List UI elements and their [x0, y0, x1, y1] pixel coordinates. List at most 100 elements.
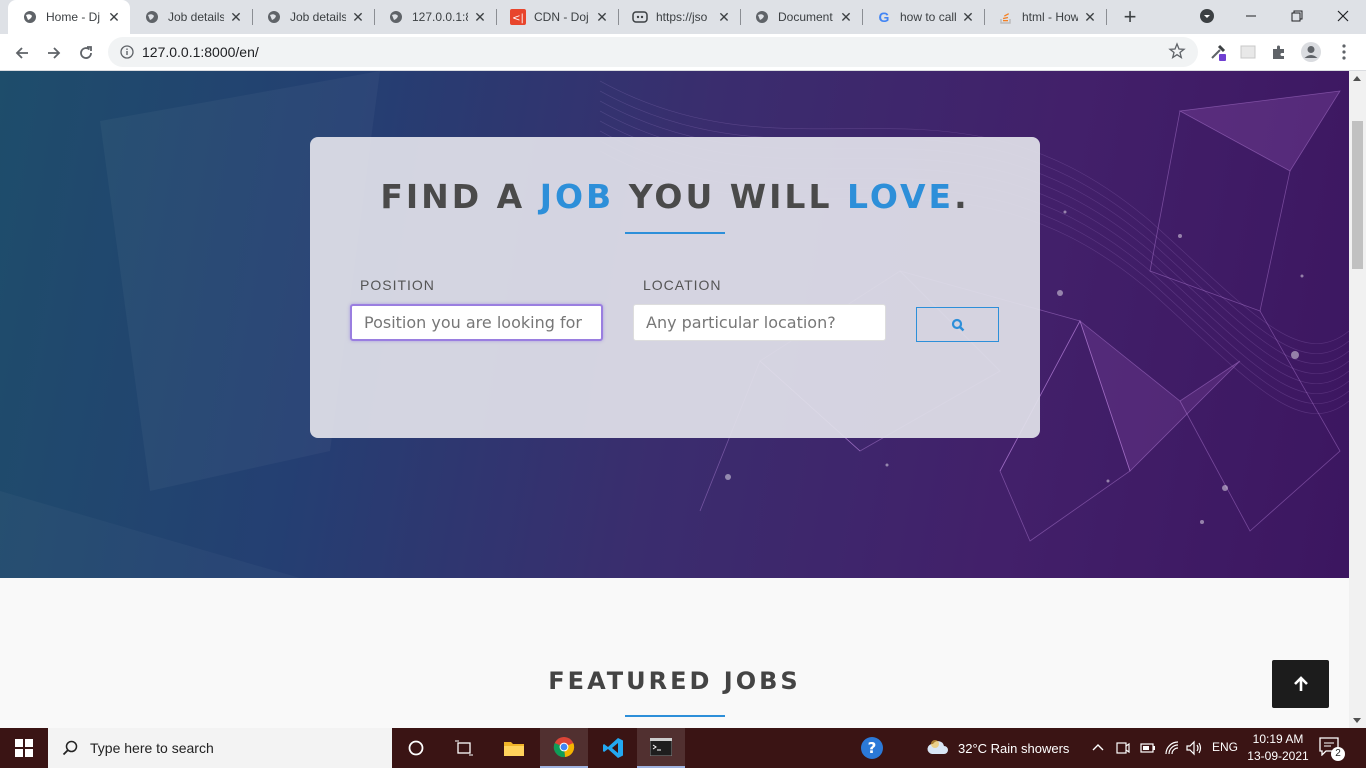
battery-icon[interactable]	[1140, 742, 1156, 754]
clock-date: 13-09-2021	[1247, 749, 1309, 763]
terminal-taskbar-button[interactable]	[637, 728, 685, 768]
restore-button[interactable]	[1274, 0, 1320, 32]
weather-cloud-icon[interactable]	[926, 738, 950, 758]
language-indicator[interactable]: ENG	[1212, 740, 1238, 754]
search-icon	[62, 740, 78, 756]
tab-home[interactable]: Home - Dj ✕	[8, 0, 130, 34]
close-icon[interactable]: ✕	[838, 9, 854, 25]
arrow-up-icon	[1293, 676, 1308, 691]
hero-title-part: FIND A	[380, 177, 540, 216]
profile-button[interactable]	[1300, 41, 1322, 63]
vscode-taskbar-button[interactable]	[589, 728, 637, 768]
extension-button[interactable]	[1237, 41, 1259, 63]
globe-icon	[266, 9, 282, 25]
tab-job-details-1[interactable]: Job details ✕	[130, 0, 252, 34]
tab-search-button[interactable]	[1184, 0, 1230, 32]
minimize-icon	[1246, 15, 1256, 17]
search-icon	[951, 318, 964, 331]
tab-stackoverflow[interactable]: html - How ✕	[984, 0, 1106, 34]
close-icon[interactable]: ✕	[350, 9, 366, 25]
taskbar-clock[interactable]: 10:19 AM 13-09-2021	[1246, 731, 1310, 765]
location-input[interactable]: Any particular location?	[633, 304, 886, 341]
scroll-down-arrow[interactable]	[1353, 718, 1361, 723]
tab-title: how to call	[900, 10, 956, 24]
browser-menu-button[interactable]	[1333, 41, 1355, 63]
scroll-up-arrow[interactable]	[1353, 76, 1361, 81]
hero-title: FIND A JOB YOU WILL LOVE.	[310, 177, 1040, 216]
extensions-menu-button[interactable]	[1268, 41, 1290, 63]
cdn-icon: <|	[510, 9, 526, 25]
new-tab-button[interactable]: +	[1118, 4, 1142, 29]
task-view-icon	[455, 740, 473, 756]
url-text: 127.0.0.1:8000/en/	[142, 44, 259, 60]
featured-jobs-title: FEATURED JOBS	[548, 667, 801, 695]
back-button[interactable]	[9, 40, 35, 66]
position-input[interactable]: Position you are looking for	[350, 304, 603, 341]
address-bar[interactable]: 127.0.0.1:8000/en/	[108, 37, 1198, 67]
task-view-button[interactable]	[440, 728, 488, 768]
search-button[interactable]	[916, 307, 999, 342]
meet-now-icon[interactable]	[1116, 740, 1130, 756]
vscode-icon	[603, 738, 623, 758]
close-icon[interactable]: ✕	[716, 9, 732, 25]
terminal-icon	[650, 738, 672, 756]
reload-icon	[80, 46, 92, 59]
notification-center-button[interactable]: 2	[1318, 736, 1346, 762]
wifi-icon[interactable]	[1164, 740, 1180, 756]
tab-separator	[1106, 9, 1107, 25]
tab-document[interactable]: Document ✕	[740, 0, 862, 34]
tab-google-search[interactable]: G how to call ✕	[862, 0, 984, 34]
chevron-down-icon	[1200, 9, 1214, 23]
hero-title-accent: LOVE	[846, 177, 955, 216]
puzzle-icon	[1273, 45, 1284, 59]
arrow-right-icon	[48, 47, 61, 59]
tab-title: html - How	[1022, 10, 1078, 24]
chrome-taskbar-button[interactable]	[540, 728, 588, 768]
start-button[interactable]	[0, 728, 48, 768]
position-placeholder: Position you are looking for	[364, 313, 582, 332]
scrollbar-thumb[interactable]	[1352, 121, 1363, 269]
cortana-button[interactable]	[392, 728, 440, 768]
tab-cdn[interactable]: <| CDN - Doj ✕	[496, 0, 618, 34]
volume-icon[interactable]	[1186, 740, 1204, 756]
reload-button[interactable]	[73, 40, 99, 66]
restore-icon	[1291, 10, 1303, 22]
tab-title: Job details	[290, 10, 346, 24]
close-icon[interactable]: ✕	[106, 9, 122, 25]
globe-icon	[144, 9, 160, 25]
windows-taskbar: Type here to search ? 32°C Rain showers …	[0, 728, 1366, 768]
forward-button[interactable]	[41, 40, 67, 66]
globe-icon	[754, 9, 770, 25]
close-icon[interactable]: ✕	[594, 9, 610, 25]
file-explorer-button[interactable]	[490, 728, 538, 768]
stackoverflow-icon	[998, 9, 1014, 25]
scroll-to-top-button[interactable]	[1272, 660, 1329, 708]
minimize-button[interactable]	[1228, 0, 1274, 32]
chevron-up-icon[interactable]	[1092, 742, 1104, 752]
taskbar-search-placeholder: Type here to search	[90, 740, 214, 756]
help-button[interactable]: ?	[848, 728, 896, 768]
tab-localhost[interactable]: 127.0.0.1:8 ✕	[374, 0, 496, 34]
close-icon[interactable]: ✕	[228, 9, 244, 25]
tab-job-details-2[interactable]: Job details ✕	[252, 0, 374, 34]
tab-title: Document	[778, 10, 833, 24]
bookmark-star-icon[interactable]	[1168, 42, 1186, 60]
close-icon[interactable]: ✕	[472, 9, 488, 25]
tab-title: Job details	[168, 10, 224, 24]
weather-text[interactable]: 32°C Rain showers	[958, 741, 1069, 756]
tab-json[interactable]: https://jso ✕	[618, 0, 740, 34]
close-window-button[interactable]	[1320, 0, 1366, 32]
hero-section: FIND A JOB YOU WILL LOVE. POSITION Posit…	[0, 71, 1349, 578]
page-scrollbar[interactable]	[1349, 71, 1366, 728]
windows-logo-icon	[15, 739, 33, 757]
info-icon[interactable]	[120, 45, 134, 59]
close-icon[interactable]: ✕	[960, 9, 976, 25]
location-placeholder: Any particular location?	[646, 313, 836, 332]
page-viewport: FIND A JOB YOU WILL LOVE. POSITION Posit…	[0, 71, 1349, 728]
close-icon[interactable]: ✕	[1082, 9, 1098, 25]
hero-title-part: .	[954, 177, 970, 216]
taskbar-search-box[interactable]: Type here to search	[48, 728, 392, 768]
extension-eyedropper-button[interactable]	[1207, 41, 1229, 63]
tab-title: CDN - Doj	[534, 10, 589, 24]
tab-title: https://jso	[656, 10, 708, 24]
